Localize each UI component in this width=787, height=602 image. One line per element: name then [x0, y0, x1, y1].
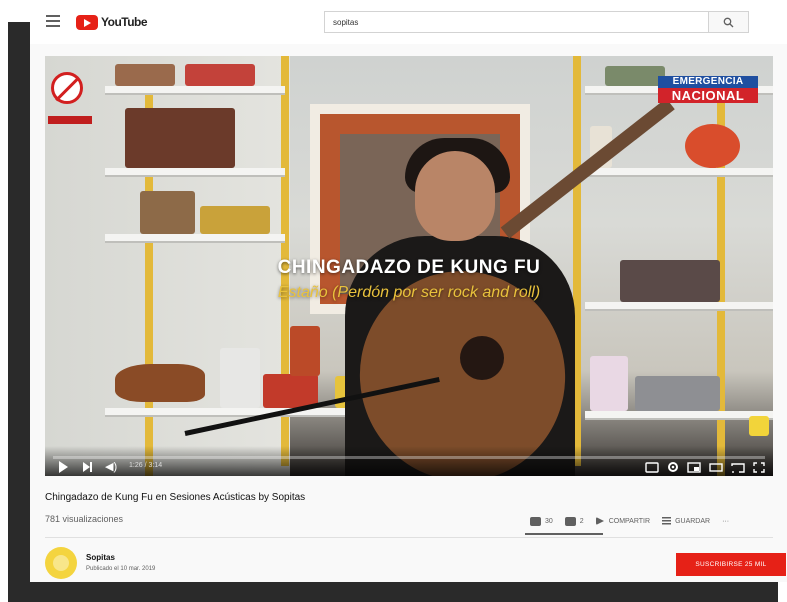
no-smoking-icon	[51, 72, 83, 104]
shelf	[105, 168, 285, 177]
view-count: 781 visualizaciones	[45, 514, 124, 524]
settings-icon[interactable]	[667, 460, 681, 472]
video-actions: 30 2 COMPARTIR GUARDAR ···	[530, 514, 741, 528]
like-count: 30	[545, 517, 553, 525]
overlay-song-subtitle: Estaño (Perdón por ser rock and roll)	[277, 284, 541, 301]
dislike-count: 2	[579, 517, 584, 525]
dislike-button[interactable]: 2	[564, 516, 584, 526]
subscribe-button[interactable]: SUSCRIBIRSE 25 MIL	[676, 553, 786, 576]
shelf-toys	[185, 64, 255, 86]
save-label: GUARDAR	[675, 517, 711, 525]
shelf-toys	[605, 66, 665, 86]
shelf-toys	[263, 374, 318, 408]
musician-head	[415, 151, 495, 241]
time-display: 1:26 / 3:14	[129, 462, 163, 469]
share-button[interactable]: COMPARTIR	[595, 517, 651, 525]
like-ratio-bar	[525, 533, 603, 535]
shelf	[585, 168, 773, 177]
channel-watermark-icon[interactable]	[749, 416, 769, 436]
save-button[interactable]: GUARDAR	[662, 517, 710, 525]
emergencia-nacional-badge: EMERGENCIA NACIONAL	[658, 76, 758, 103]
youtube-logo-icon	[76, 14, 98, 30]
theater-icon[interactable]	[709, 460, 723, 472]
badge-line-1: EMERGENCIA	[658, 76, 758, 88]
player-controls: ◀) 1:26 / 3:14	[45, 446, 773, 476]
shelf-toys	[220, 348, 260, 408]
video-title: Chingadazo de Kung Fu en Sesiones Acústi…	[45, 492, 306, 503]
share-icon	[595, 517, 604, 525]
search-input[interactable]: sopitas	[324, 11, 709, 33]
publish-date: Publicado el 10 mar. 2019	[86, 566, 156, 572]
shelf-toys	[635, 376, 720, 411]
like-icon	[530, 516, 541, 526]
shelf-toys	[685, 124, 740, 168]
miniplayer-icon[interactable]	[687, 460, 701, 473]
save-icon	[662, 517, 672, 525]
shelf	[585, 302, 773, 311]
badge-line-2: NACIONAL	[658, 88, 758, 103]
youtube-logo[interactable]: YouTube	[76, 13, 148, 31]
video-player[interactable]: EMERGENCIA NACIONAL CHINGADAZO DE KUNG F…	[45, 56, 773, 476]
shelf	[105, 234, 285, 243]
channel-name[interactable]: Sopitas	[86, 553, 115, 562]
search-icon	[723, 17, 734, 28]
more-icon: ···	[722, 517, 730, 525]
like-button[interactable]: 30	[530, 516, 553, 526]
shelf	[105, 86, 285, 95]
more-button[interactable]: ···	[722, 518, 729, 525]
play-icon[interactable]	[59, 461, 68, 473]
dinosaur-toy	[115, 364, 205, 402]
progress-bar[interactable]	[53, 456, 765, 459]
shelf-toys	[200, 206, 270, 234]
cast-icon[interactable]	[731, 460, 745, 473]
share-label: COMPARTIR	[608, 517, 651, 525]
top-bar: YouTube sopitas	[30, 0, 787, 44]
next-icon[interactable]	[83, 461, 93, 473]
channel-avatar[interactable]	[45, 547, 77, 579]
menu-icon[interactable]	[46, 15, 60, 27]
overlay-song-title: CHINGADAZO DE KUNG FU	[277, 257, 541, 278]
shelf-toys	[115, 64, 175, 86]
shelf-books	[125, 108, 235, 168]
no-smoking-label	[48, 116, 92, 124]
shelf-toys	[140, 191, 195, 234]
shelf	[585, 411, 773, 420]
dislike-icon	[564, 516, 576, 526]
guitar-soundhole	[460, 336, 504, 380]
youtube-page: YouTube sopitas EMERGENCIA NACIONAL CHIN…	[30, 0, 787, 582]
shelf-toys	[290, 326, 320, 376]
fullscreen-icon[interactable]	[753, 460, 767, 473]
search-button[interactable]	[709, 11, 749, 33]
divider	[45, 537, 773, 538]
shelf-toys	[590, 356, 628, 411]
volume-icon[interactable]: ◀)	[105, 461, 119, 473]
logo-text: YouTube	[101, 15, 148, 29]
subtitles-icon[interactable]	[645, 460, 659, 473]
